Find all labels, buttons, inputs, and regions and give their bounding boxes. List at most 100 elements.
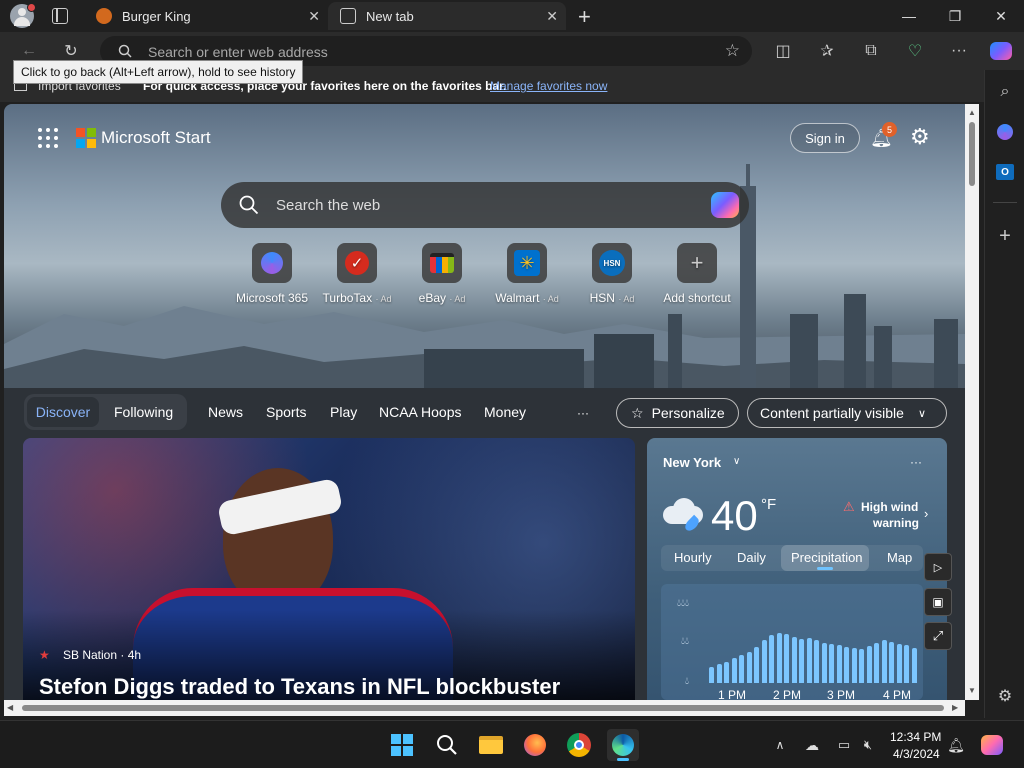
copilot-icon[interactable]: [986, 36, 1016, 66]
sign-in-label: Sign in: [805, 130, 845, 146]
profile-avatar[interactable]: [10, 3, 36, 28]
weather-tab-daily[interactable]: Daily: [737, 550, 766, 565]
sidebar-search-icon[interactable]: ⌕: [991, 78, 1019, 106]
shortcut-add[interactable]: + Add shortcut: [657, 243, 737, 305]
tab-discover[interactable]: Discover: [27, 397, 99, 427]
firefox-icon[interactable]: [519, 729, 551, 761]
more-menu-icon[interactable]: ···: [944, 36, 974, 66]
weather-more-button[interactable]: ···: [910, 455, 922, 469]
chevron-down-icon: ∨: [917, 407, 927, 420]
building: [790, 314, 818, 394]
chrome-icon[interactable]: [563, 729, 595, 761]
precip-bar: [874, 643, 879, 683]
tab-sports[interactable]: Sports: [266, 404, 306, 420]
city-chevron-icon[interactable]: ∨: [733, 456, 740, 467]
alert-line1[interactable]: High wind: [861, 500, 918, 514]
shortcut-walmart[interactable]: ✳ Walmart · Ad: [487, 243, 567, 305]
notification-badge: 5: [882, 122, 897, 137]
story-headline[interactable]: Stefon Diggs traded to Texans in NFL blo…: [39, 674, 560, 700]
sidebar-settings-gear-icon[interactable]: ⚙: [991, 682, 1019, 710]
browser-essentials-icon[interactable]: ♡: [900, 36, 930, 66]
time-label-1pm: 1 PM: [718, 688, 747, 700]
collections-icon[interactable]: ⧉: [856, 36, 886, 66]
manage-favorites-link[interactable]: Manage favorites now: [490, 79, 607, 93]
clock-date[interactable]: 4/3/2024: [893, 747, 940, 761]
sidebar-add-icon[interactable]: +: [991, 222, 1019, 250]
taskbar-search-icon[interactable]: [431, 729, 463, 761]
tab-news[interactable]: News: [208, 404, 243, 420]
tab-new-tab[interactable]: New tab ✕: [328, 2, 566, 30]
new-tab-plus-icon[interactable]: +: [578, 4, 591, 30]
tab-play[interactable]: Play: [330, 404, 357, 420]
weather-tab-precipitation[interactable]: Precipitation: [791, 550, 863, 565]
alert-line2[interactable]: warning: [873, 516, 919, 530]
clock-time[interactable]: 12:34 PM: [890, 730, 941, 744]
show-hidden-icons-chevron[interactable]: ∧: [764, 729, 796, 761]
edge-icon[interactable]: [607, 729, 639, 761]
drops-medium-icon: 💧︎💧︎: [681, 636, 689, 647]
windows-start-icon[interactable]: [386, 729, 418, 761]
tower-spire: [746, 164, 750, 188]
story-source: SB Nation · 4h: [63, 648, 142, 662]
scroll-thumb[interactable]: [969, 122, 975, 186]
content-visibility-label: Content partially visible: [760, 405, 904, 421]
page-settings-gear-icon[interactable]: ⚙: [910, 124, 930, 150]
content-visibility-dropdown[interactable]: Content partially visible ∨: [747, 398, 947, 428]
scroll-up-arrow-icon[interactable]: ▲: [968, 108, 976, 117]
notification-bell-icon[interactable]: 🔔︎: [940, 729, 972, 761]
tab-burger-king[interactable]: Burger King ✕: [84, 2, 328, 30]
horizontal-scrollbar[interactable]: ◀ ▶: [4, 700, 965, 716]
scroll-left-arrow-icon[interactable]: ◀: [7, 703, 13, 712]
weather-tab-hourly[interactable]: Hourly: [674, 550, 712, 565]
file-explorer-icon[interactable]: [475, 729, 507, 761]
restore-icon[interactable]: ❐: [932, 0, 978, 32]
tab-following[interactable]: Following: [114, 404, 173, 420]
precip-bars: [709, 633, 919, 683]
more-tabs-button[interactable]: ···: [577, 406, 589, 420]
tab-actions-icon[interactable]: [52, 8, 68, 24]
favorite-star-icon[interactable]: ☆: [725, 41, 740, 61]
vertical-scrollbar[interactable]: ▲ ▼: [965, 104, 979, 700]
image-view-button[interactable]: ▣: [924, 588, 952, 616]
scroll-right-arrow-icon[interactable]: ▶: [952, 703, 958, 712]
weather-card[interactable]: New York ∨ ··· 40 °F ⚠ High wind warning…: [647, 438, 947, 700]
volume-muted-icon[interactable]: 🔇︎: [852, 729, 884, 761]
close-tab-icon[interactable]: ✕: [546, 8, 558, 25]
weather-city[interactable]: New York: [663, 455, 721, 470]
brand-title[interactable]: Microsoft Start: [101, 128, 211, 148]
microsoft-logo-icon: [76, 128, 96, 148]
tab-ncaa-hoops[interactable]: NCAA Hoops: [379, 404, 461, 420]
shortcut-turbotax[interactable]: ✓ TurboTax · Ad: [317, 243, 397, 305]
web-search-box[interactable]: Search the web: [221, 182, 749, 228]
shortcut-label: Microsoft 365: [235, 291, 309, 305]
weather-tab-map[interactable]: Map: [887, 550, 912, 565]
tab-money[interactable]: Money: [484, 404, 526, 420]
close-tab-icon[interactable]: ✕: [308, 8, 320, 25]
play-animation-button[interactable]: ▷: [924, 553, 952, 581]
app-launcher-icon[interactable]: [38, 128, 58, 148]
search-placeholder: Search the web: [276, 197, 381, 214]
precip-bar: [867, 646, 872, 683]
favorites-icon[interactable]: ✰: [812, 36, 842, 66]
alert-chevron-icon[interactable]: ›: [924, 506, 928, 521]
copilot-search-icon[interactable]: [711, 192, 739, 218]
sidebar-copilot-icon[interactable]: [991, 118, 1019, 146]
split-screen-icon[interactable]: ◫: [768, 36, 798, 66]
precip-bar: [889, 642, 894, 683]
shortcut-ebay[interactable]: eBay · Ad: [402, 243, 482, 305]
expand-icon[interactable]: ⤢: [924, 622, 952, 650]
outlook-icon[interactable]: O: [991, 158, 1019, 186]
shortcut-label: eBay: [418, 291, 446, 305]
shortcut-microsoft-365[interactable]: Microsoft 365: [232, 243, 312, 305]
sign-in-button[interactable]: Sign in: [790, 123, 860, 153]
cloud-offline-icon[interactable]: ☁: [796, 729, 828, 761]
minimize-icon[interactable]: —: [886, 0, 932, 32]
weather-unit: °F: [761, 496, 777, 513]
copilot-pre-icon[interactable]: [976, 729, 1008, 761]
h-scroll-thumb[interactable]: [22, 705, 944, 711]
shortcut-hsn[interactable]: HSN HSN · Ad: [572, 243, 652, 305]
window-close-icon[interactable]: ✕: [978, 0, 1024, 32]
scroll-down-arrow-icon[interactable]: ▼: [968, 686, 976, 695]
top-story-card[interactable]: ★ SB Nation · 4h Stefon Diggs traded to …: [23, 438, 635, 700]
personalize-button[interactable]: ☆ Personalize: [616, 398, 739, 428]
